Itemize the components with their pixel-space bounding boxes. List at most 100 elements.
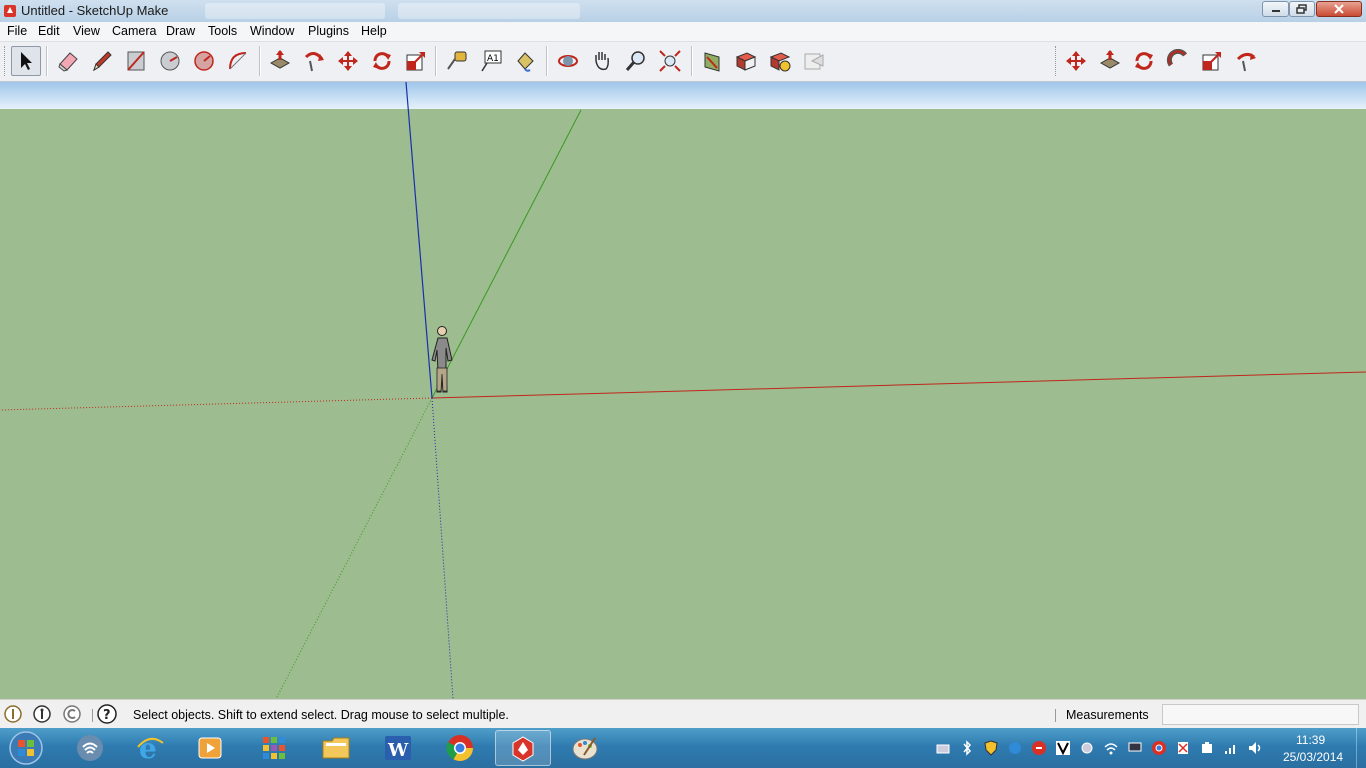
menu-view[interactable]: View (73, 24, 100, 38)
extra-scale-tool-button[interactable] (1197, 46, 1227, 76)
minimize-button[interactable] (1262, 1, 1289, 17)
pan-tool-button[interactable] (587, 46, 617, 76)
taskbar-media-player[interactable] (182, 730, 238, 766)
tray-app-icon[interactable] (1055, 740, 1071, 756)
tray-chrome-icon[interactable] (1151, 740, 1167, 756)
taskbar-paint[interactable] (557, 730, 613, 766)
minimize-icon (1271, 10, 1280, 12)
paint-bucket-tool-button[interactable] (510, 46, 540, 76)
eraser-tool-button[interactable] (53, 46, 83, 76)
section-plane-tool-button[interactable] (697, 46, 727, 76)
get-models-icon (735, 52, 757, 71)
tray-display-icon[interactable] (1127, 740, 1143, 756)
extra-offset-tool-button[interactable] (1231, 46, 1261, 76)
taskbar-sketchup[interactable] (495, 730, 551, 766)
tray-signal-icon[interactable] (1223, 740, 1239, 756)
zoom-extents-tool-button[interactable] (655, 46, 685, 76)
rotate-tool-button[interactable] (367, 46, 397, 76)
sketchup-app-icon (4, 5, 16, 17)
restore-button[interactable] (1289, 1, 1315, 17)
tray-sync-icon[interactable] (1007, 740, 1023, 756)
menu-edit[interactable]: Edit (38, 24, 60, 38)
rectangle-tool-button[interactable] (121, 46, 151, 76)
toolbar-separator (691, 46, 693, 76)
blue-axis-negative (431, 397, 454, 699)
toolbar-separator (546, 46, 548, 76)
restore-icon (1296, 4, 1307, 14)
taskbar-chrome[interactable] (432, 730, 488, 766)
start-button[interactable] (4, 730, 48, 766)
orbit-tool-button[interactable] (553, 46, 583, 76)
circle-icon (160, 51, 180, 71)
menu-tools[interactable]: Tools (208, 24, 237, 38)
media-player-icon (198, 737, 222, 759)
menu-window[interactable]: Window (250, 24, 294, 38)
extra-rotate-tool-button[interactable] (1129, 46, 1159, 76)
tape-measure-tool-button[interactable] (442, 46, 472, 76)
tray-bluetooth-icon[interactable] (959, 740, 975, 756)
rotate-icon (1135, 52, 1153, 70)
arc-tool-button[interactable] (223, 46, 253, 76)
tray-settings-icon[interactable] (1079, 740, 1095, 756)
paint-bucket-icon (517, 52, 534, 72)
menu-help[interactable]: Help (361, 24, 387, 38)
sketchup-icon (512, 736, 534, 762)
get-models-button[interactable] (731, 46, 761, 76)
share-component-button[interactable] (799, 46, 829, 76)
credits-icon[interactable] (33, 705, 51, 723)
follow-me-tool-button[interactable] (299, 46, 329, 76)
tray-power-icon[interactable] (1199, 740, 1215, 756)
move-icon (338, 51, 358, 71)
pencil-tool-button[interactable] (87, 46, 117, 76)
scale-tool-button[interactable] (401, 46, 431, 76)
polygon-tool-button[interactable] (189, 46, 219, 76)
menu-plugins[interactable]: Plugins (308, 24, 349, 38)
toolbar-grip[interactable] (4, 46, 8, 76)
tray-wifi-icon[interactable] (1103, 740, 1119, 756)
tray-shield-icon[interactable] (983, 740, 999, 756)
share-model-button[interactable] (765, 46, 795, 76)
eraser-icon (58, 52, 78, 72)
tray-network-drive-icon[interactable] (935, 740, 951, 756)
scale-figure[interactable] (431, 326, 453, 393)
menu-draw[interactable]: Draw (166, 24, 195, 38)
follow-me-icon (1166, 49, 1188, 67)
toolbar-grip[interactable] (1055, 46, 1059, 76)
taskbar-file-explorer[interactable] (308, 730, 364, 766)
circle-tool-button[interactable] (155, 46, 185, 76)
tiles-icon (263, 737, 285, 759)
arc-icon (229, 52, 247, 70)
menu-camera[interactable]: Camera (112, 24, 156, 38)
close-button[interactable] (1316, 1, 1362, 17)
clock-time[interactable]: 11:39 (1296, 733, 1325, 747)
move-tool-button[interactable] (333, 46, 363, 76)
measurements-input[interactable] (1162, 704, 1359, 725)
extra-push-pull-tool-button[interactable] (1095, 46, 1125, 76)
tray-action-center-icon[interactable] (1175, 740, 1191, 756)
hand-pan-icon (595, 52, 609, 71)
menu-file[interactable]: File (7, 24, 27, 38)
internet-explorer-icon: e (137, 733, 164, 763)
drawing-viewport[interactable] (0, 82, 1366, 699)
extra-follow-me-tool-button[interactable] (1163, 46, 1193, 76)
taskbar-internet-explorer[interactable]: e (122, 730, 178, 766)
tray-antivirus-icon[interactable] (1031, 740, 1047, 756)
measurements-label: Measurements (1066, 708, 1149, 722)
extra-move-tool-button[interactable] (1061, 46, 1091, 76)
zoom-tool-button[interactable] (621, 46, 651, 76)
clock-date[interactable]: 25/03/2014 (1283, 750, 1343, 764)
select-tool-button[interactable] (11, 46, 41, 76)
geo-location-icon[interactable] (4, 705, 22, 723)
taskbar-word[interactable]: W (370, 730, 426, 766)
license-icon[interactable] (63, 705, 81, 723)
show-desktop-button[interactable] (1356, 728, 1366, 768)
tray-volume-icon[interactable] (1247, 740, 1263, 756)
tape-measure-icon (447, 51, 467, 70)
push-pull-tool-button[interactable] (265, 46, 295, 76)
taskbar-metro-apps[interactable] (246, 730, 302, 766)
window-title: Untitled - SketchUp Make (21, 3, 169, 18)
push-pull-icon (1099, 50, 1121, 69)
text-tool-button[interactable]: A1 (476, 46, 506, 76)
taskbar-wifi-app[interactable] (62, 730, 118, 766)
help-icon[interactable]: ? (97, 704, 117, 724)
